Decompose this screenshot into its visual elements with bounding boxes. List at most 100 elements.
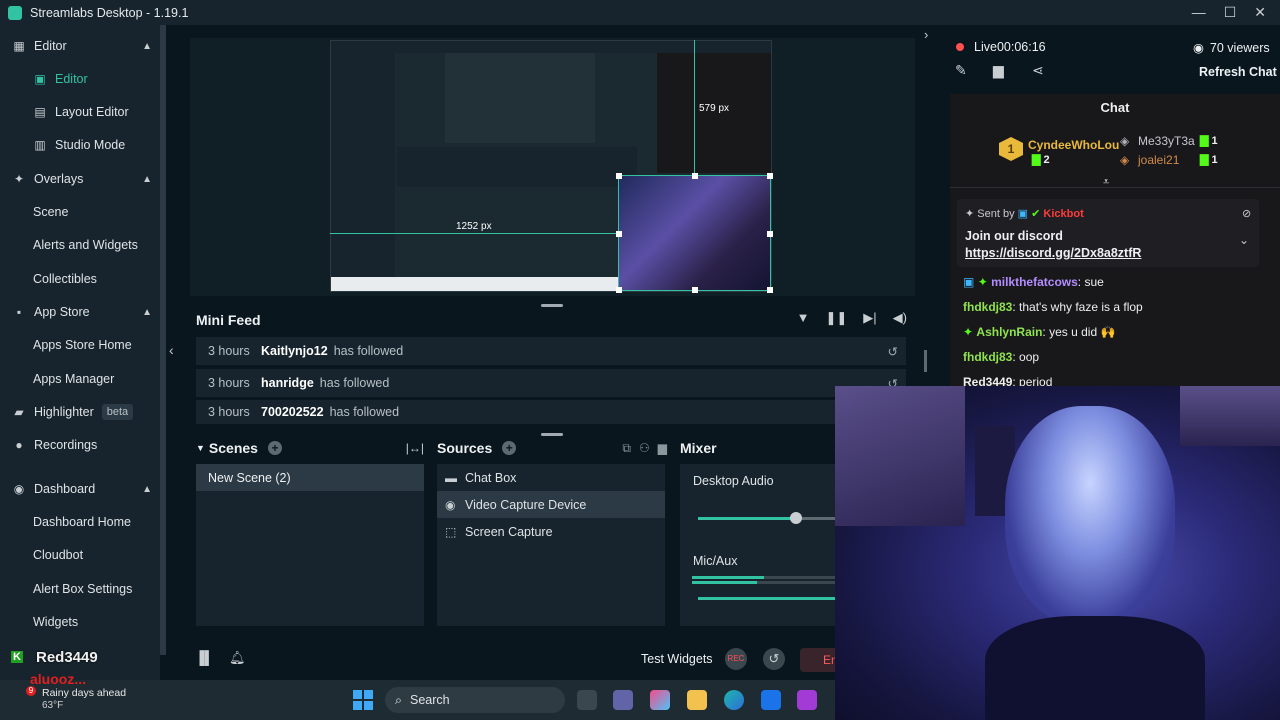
pinned-text: Join our discord	[965, 229, 1063, 243]
skip-icon[interactable]: ▶|	[863, 310, 876, 326]
share-icon[interactable]: ⋖	[1032, 62, 1044, 79]
third-gifter-name[interactable]: joalei21	[1138, 153, 1179, 167]
store-icon: ▪	[16, 305, 22, 319]
mixer-panel: Desktop Audio Mic/Aux	[680, 464, 836, 626]
chevron-down-icon[interactable]: ⌄	[1239, 233, 1249, 247]
resize-handle[interactable]	[767, 173, 773, 179]
group-icon[interactable]: ⚇	[639, 441, 650, 456]
edge-icon[interactable]	[724, 690, 744, 710]
pause-icon[interactable]: ❚❚	[826, 310, 848, 326]
resize-handle[interactable]	[616, 287, 622, 293]
resize-handle[interactable]	[767, 231, 773, 237]
sidebar-group-recordings[interactable]: ● Recordings	[0, 430, 160, 460]
edit-icon[interactable]: ✎	[955, 62, 967, 79]
camera-icon: ◉	[445, 497, 456, 512]
sidebar-group-app-store[interactable]: ▪ App Store ▲	[0, 297, 160, 327]
sidebar-item-layout-editor[interactable]: ▤ Layout Editor	[0, 97, 160, 127]
chevron-up-icon: ▲	[142, 483, 152, 495]
sidebar-item-studio-mode[interactable]: ▥ Studio Mode	[0, 130, 160, 160]
task-view-icon[interactable]	[577, 690, 597, 710]
notification-bell-icon[interactable]: 🔔︎	[229, 650, 246, 666]
volume-icon[interactable]: ◀)	[893, 310, 907, 326]
resize-handle[interactable]	[692, 287, 698, 293]
resize-grip[interactable]	[541, 433, 563, 436]
sidebar-group-editor[interactable]: ▦ Editor ▲	[0, 31, 160, 61]
chevron-up-icon: ▲	[142, 173, 152, 185]
resize-handle[interactable]	[767, 287, 773, 293]
resize-grip[interactable]	[541, 304, 563, 307]
live-status: Live 00:06:16	[956, 40, 1046, 54]
unpin-icon[interactable]: ⊘	[1242, 207, 1251, 220]
resize-handle[interactable]	[692, 173, 698, 179]
resize-handle[interactable]	[616, 173, 622, 179]
sidebar-item-editor[interactable]: ▣ Editor	[0, 64, 160, 94]
top-gifter-name[interactable]: CyndeeWhoLou	[1028, 138, 1119, 152]
performance-icon[interactable]: ▐▌	[195, 650, 213, 665]
sidebar-item-apps-manager[interactable]: Apps Manager	[0, 364, 160, 394]
mic-aux-slider[interactable]	[698, 597, 836, 600]
caret-down-icon[interactable]: ▼	[196, 443, 205, 453]
replay-buffer-button[interactable]: ↺	[763, 648, 785, 670]
sidebar-item-collectibles[interactable]: Collectibles	[0, 264, 160, 294]
source-item-video-capture[interactable]: ◉ Video Capture Device	[437, 491, 665, 518]
collapse-icon[interactable]: ⩡	[1103, 176, 1109, 189]
replay-icon[interactable]: ↺	[888, 344, 898, 359]
dashboard-icon: ◉	[13, 482, 25, 496]
source-item-chat-box[interactable]: ▬ Chat Box	[437, 464, 665, 491]
file-explorer-icon[interactable]	[687, 690, 707, 710]
chat-message: fhdkdj83: oop	[963, 350, 1040, 364]
pinned-message: ✦ Sent by ▣ ✔ Kickbot ⊘ Join our discord…	[957, 199, 1259, 267]
sidebar-item-cloudbot[interactable]: Cloudbot	[0, 540, 160, 570]
refresh-chat-button[interactable]: Refresh Chat	[1199, 65, 1277, 79]
feed-scrollbar[interactable]	[924, 350, 927, 372]
add-source-button[interactable]: +	[502, 441, 517, 455]
copilot-icon[interactable]	[650, 690, 670, 710]
chat-icon: ▬	[445, 470, 457, 485]
sidebar-item-alert-box-settings[interactable]: Alert Box Settings	[0, 574, 160, 604]
record-button[interactable]: REC	[725, 648, 747, 670]
scene-item[interactable]: New Scene (2)	[196, 464, 424, 491]
overlays-icon: ✦	[13, 172, 25, 186]
camera-icon[interactable]: ▆	[993, 62, 1004, 79]
add-scene-button[interactable]: +	[267, 441, 282, 455]
window-title: Streamlabs Desktop - 1.19.1	[30, 5, 189, 20]
resize-handle[interactable]	[616, 231, 622, 237]
sidebar-item-apps-store-home[interactable]: Apps Store Home	[0, 330, 160, 360]
end-stream-button[interactable]: En	[800, 648, 840, 672]
feed-row: 3 hours Kaitlynjo12 has followed ↺	[196, 337, 906, 365]
minimize-button[interactable]: —	[1192, 4, 1206, 21]
app-icon[interactable]	[797, 690, 817, 710]
desktop-audio-knob[interactable]	[789, 512, 802, 524]
teams-icon[interactable]	[613, 690, 633, 710]
chat-title: Chat	[1100, 100, 1130, 115]
second-rank-icon: ◈	[1120, 134, 1130, 148]
sidebar-group-dashboard[interactable]: ◉ Dashboard ▲	[0, 474, 160, 504]
store-icon[interactable]	[761, 690, 781, 710]
sidebar-item-widgets[interactable]: Widgets	[0, 607, 160, 637]
sidebar-item-alerts-widgets[interactable]: Alerts and Widgets	[0, 230, 160, 260]
sidebar-item-scene[interactable]: Scene	[0, 197, 160, 227]
pinned-link[interactable]: https://discord.gg/2Dx8a8ztfR	[965, 246, 1141, 260]
folder-icon[interactable]: ▆	[658, 441, 667, 456]
search-icon: ⌕	[395, 692, 403, 707]
copy-icon[interactable]: ⧉	[622, 441, 631, 456]
sidebar-group-overlays[interactable]: ✦ Overlays ▲	[0, 164, 160, 194]
chevron-left-icon[interactable]: ‹	[169, 342, 174, 358]
pinned-sender: ✦ Sent by ▣ ✔ Kickbot	[965, 208, 1084, 220]
second-gifter-name[interactable]: Me33yT3a	[1138, 134, 1195, 148]
sidebar-item-dashboard-home[interactable]: Dashboard Home	[0, 507, 160, 537]
chevron-right-icon[interactable]: ›	[924, 27, 928, 42]
maximize-button[interactable]: ☐	[1224, 4, 1237, 21]
source-item-screen-capture[interactable]: ⬚ Screen Capture	[437, 518, 665, 545]
video-capture-source-box[interactable]	[616, 173, 773, 293]
transition-icon[interactable]: |↔|	[406, 441, 424, 455]
close-button[interactable]: ✕	[1254, 4, 1266, 21]
test-widgets-button[interactable]: Test Widgets	[641, 652, 713, 666]
filter-icon[interactable]: ▼	[797, 310, 810, 326]
taskbar-search[interactable]: ⌕ Search	[385, 687, 565, 713]
chat-message: fhdkdj83: that's why faze is a flop	[963, 300, 1143, 314]
weather-temp: 63°F	[42, 700, 64, 711]
mixer-title: Mixer	[680, 440, 717, 456]
sidebar-group-highlighter[interactable]: ▰ Highlighter beta	[0, 397, 160, 427]
windows-start-icon[interactable]	[353, 690, 373, 710]
